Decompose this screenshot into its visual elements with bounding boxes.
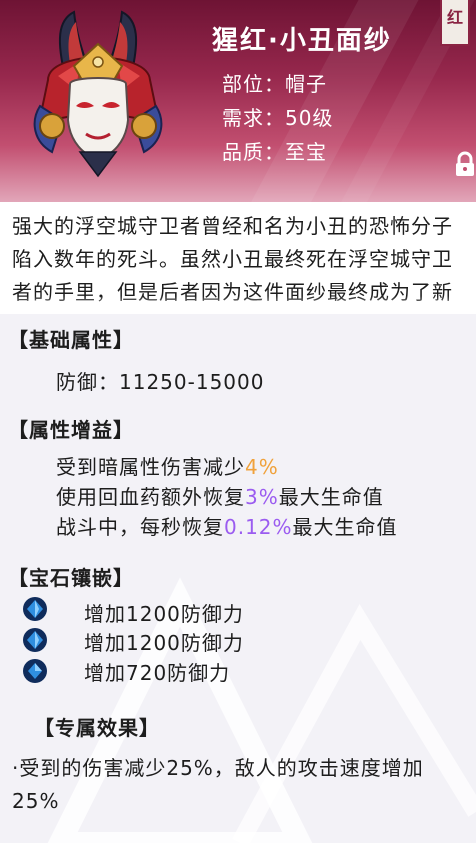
bonus-value: 4%	[245, 455, 279, 479]
base-attributes-title: 【基础属性】	[8, 328, 134, 352]
blue-gem-icon	[23, 597, 47, 621]
gem-bonus: 增加1200防御力	[84, 631, 244, 655]
bonus-value: 0.12%	[224, 515, 293, 539]
bonus-line: 战斗中，每秒恢复0.12%最大生命值	[56, 515, 398, 539]
bonus-value: 3%	[245, 485, 279, 509]
item-name: 猩红·小丑面纱	[212, 26, 392, 56]
bonus-line: 受到暗属性伤害减少4%	[56, 455, 279, 479]
item-slot: 部位：帽子	[222, 72, 327, 96]
gem-bonus: 增加1200防御力	[84, 602, 244, 626]
rarity-tag: 红	[440, 0, 470, 46]
gem-bonus: 增加720防御力	[84, 661, 231, 685]
defense-value: 防御：11250-15000	[56, 370, 265, 394]
lock-icon[interactable]	[451, 150, 476, 178]
gem-sockets-title: 【宝石镶嵌】	[8, 566, 134, 590]
item-requirement: 需求：50级	[222, 106, 334, 130]
blue-gem-icon	[23, 628, 47, 652]
item-description-box[interactable]: 强大的浮空城守卫者曾经和名为小丑的恐怖分子陷入数年的死斗。虽然小丑最终死在浮空城…	[0, 202, 476, 314]
item-header: 猩红·小丑面纱 部位：帽子 需求：50级 品质：至宝 红	[0, 0, 476, 202]
exclusive-effect-text: ·受到的伤害减少25%，敌人的攻击速度增加25%	[12, 756, 424, 813]
item-details: 强大的浮空城守卫者曾经和名为小丑的恐怖分子陷入数年的死斗。虽然小丑最终死在浮空城…	[0, 202, 476, 843]
attribute-bonuses-title: 【属性增益】	[8, 418, 134, 442]
exclusive-effect-title: 【专属效果】	[34, 716, 160, 740]
jester-mask-item-image	[33, 10, 163, 178]
item-quality: 品质：至宝	[222, 140, 327, 164]
bonus-line: 使用回血药额外恢复3%最大生命值	[56, 485, 384, 509]
blue-gem-icon	[23, 659, 47, 683]
item-tooltip-card: 猩红·小丑面纱 部位：帽子 需求：50级 品质：至宝 红 强大的浮空城守卫者曾经…	[0, 0, 476, 843]
